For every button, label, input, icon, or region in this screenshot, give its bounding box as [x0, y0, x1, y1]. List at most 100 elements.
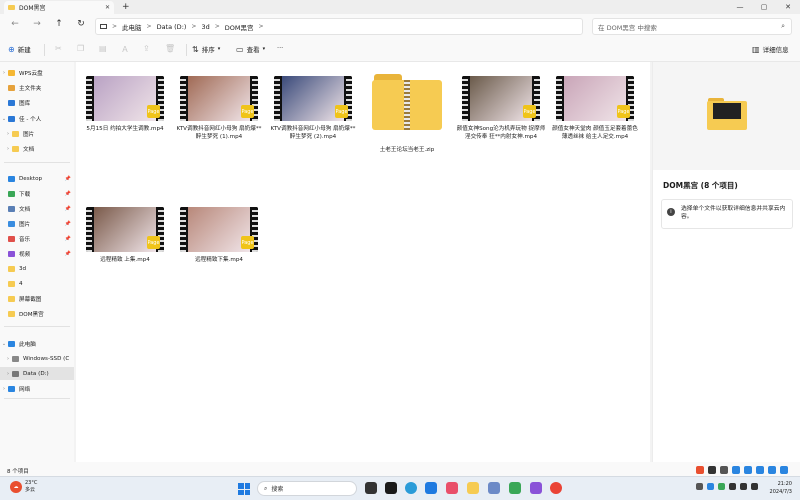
- chevron-icon[interactable]: ›: [4, 146, 12, 152]
- video-file-item[interactable]: Page 5月15日 约拍大学生调教.mp4: [80, 76, 170, 133]
- tab-close-icon[interactable]: ✕: [105, 4, 110, 11]
- video-file-item[interactable]: Page 远程精致 上集.mp4: [80, 207, 170, 264]
- chevron-icon[interactable]: ›: [4, 131, 12, 137]
- app-icon[interactable]: [530, 482, 542, 494]
- sidebar-item-label: 3d: [19, 265, 27, 272]
- forward-button[interactable]: →: [30, 19, 44, 29]
- video-file-item[interactable]: Page KTV调教抖音网红小母狗 扇奶爆** 醉生梦死 (2).mp4: [268, 76, 358, 141]
- new-label: 新建: [17, 46, 31, 54]
- video-file-item[interactable]: Page 远程精致下集.mp4: [174, 207, 264, 264]
- breadcrumb-data-drive[interactable]: Data (D:): [157, 23, 187, 31]
- sidebar-item[interactable]: 屏幕截图: [0, 292, 74, 305]
- video-file-item[interactable]: Page 颜值女神Song沦为机弄玩物 捉摩师淫交传奉 狂**内射女神.mp4: [456, 76, 546, 141]
- weather-widget[interactable]: ☁ 23°C 多云: [10, 480, 37, 494]
- new-tab-button[interactable]: +: [122, 1, 130, 13]
- breadcrumb-this-pc[interactable]: 此电脑: [122, 22, 142, 32]
- folder-icon: [8, 84, 15, 91]
- tray-app-icon[interactable]: [718, 483, 725, 490]
- grid-icon[interactable]: [780, 465, 788, 474]
- breadcrumb-dom[interactable]: DOM黑宫: [225, 22, 254, 32]
- up-button[interactable]: ↑: [52, 19, 66, 29]
- file-explorer-icon[interactable]: [467, 482, 479, 494]
- sidebar-item[interactable]: 图片 📌: [0, 217, 74, 230]
- toolbox-icon[interactable]: [768, 465, 776, 474]
- sidebar-item[interactable]: › 图片: [0, 127, 74, 140]
- file-name: 土老王论坛当老王.zip: [379, 147, 435, 153]
- app-icon[interactable]: [425, 482, 437, 494]
- sidebar-item[interactable]: 文档 📌: [0, 202, 74, 215]
- close-button[interactable]: ✕: [776, 0, 800, 14]
- ime-toolbar[interactable]: [694, 463, 796, 476]
- sidebar-item[interactable]: DOM黑宫: [0, 307, 74, 320]
- sidebar-item[interactable]: Desktop 📌: [0, 172, 74, 185]
- start-button[interactable]: [238, 483, 250, 495]
- details-pane-button[interactable]: ▥ 详细信息: [752, 44, 789, 55]
- sidebar-item[interactable]: ⌄ 此电脑: [0, 337, 74, 350]
- sidebar-item[interactable]: › Data (D:): [0, 367, 74, 380]
- microphone-icon[interactable]: [732, 465, 740, 474]
- sort-button[interactable]: ⇅ 排序 ▾: [192, 44, 220, 55]
- terminal-icon[interactable]: [365, 482, 377, 494]
- sidebar-item[interactable]: 主文件夹: [0, 81, 74, 94]
- sidebar-item[interactable]: 4: [0, 277, 74, 290]
- sogou-icon[interactable]: [696, 465, 704, 474]
- chevron-up-icon[interactable]: [696, 483, 703, 490]
- app-icon[interactable]: [446, 482, 458, 494]
- chevron-icon[interactable]: ›: [4, 356, 12, 362]
- sidebar-item[interactable]: › Windows-SSD (C: [0, 352, 74, 365]
- folder-icon: [8, 69, 15, 76]
- tray-app-icon[interactable]: [707, 483, 714, 490]
- tab-dom[interactable]: DOM黑宫 ✕: [4, 1, 114, 14]
- breadcrumb-3d[interactable]: 3d: [201, 23, 209, 31]
- speaker-icon[interactable]: [740, 483, 747, 490]
- sidebar-item[interactable]: ⌄ 佳 - 个人: [0, 112, 74, 125]
- copy-button[interactable]: ❐: [77, 44, 87, 53]
- breadcrumb-separator: >: [214, 23, 220, 30]
- pycharm-icon[interactable]: [385, 482, 397, 494]
- chevron-icon[interactable]: ›: [0, 70, 8, 76]
- new-button[interactable]: ⊕ 新建: [8, 44, 31, 55]
- sidebar-item[interactable]: 3d: [0, 262, 74, 275]
- address-bar[interactable]: > 此电脑 > Data (D:) > 3d > DOM黑宫 >: [95, 18, 583, 35]
- skin-icon[interactable]: [756, 465, 764, 474]
- cut-button[interactable]: ✂: [55, 44, 65, 53]
- more-button[interactable]: ···: [277, 44, 283, 52]
- video-file-item[interactable]: Page KTV调教抖音网红小母狗 扇奶爆** 醉生梦死 (1).mp4: [174, 76, 264, 141]
- chevron-icon[interactable]: ›: [0, 386, 8, 392]
- edge-icon[interactable]: [405, 482, 417, 494]
- keyboard-icon[interactable]: [744, 465, 752, 474]
- share-button[interactable]: ⇪: [143, 44, 153, 53]
- chrome-icon[interactable]: [550, 482, 562, 494]
- view-button[interactable]: ▭ 查看 ▾: [236, 44, 265, 55]
- clock-date: 2024/7/3: [769, 489, 792, 495]
- punctuation-icon[interactable]: [720, 465, 728, 474]
- folder-icon: [707, 98, 747, 130]
- sidebar-item[interactable]: 图库: [0, 96, 74, 109]
- chevron-icon[interactable]: ›: [4, 371, 12, 377]
- rename-button[interactable]: Ａ: [121, 44, 132, 55]
- minimize-button[interactable]: —: [728, 0, 752, 14]
- sidebar-item[interactable]: › 网络: [0, 382, 74, 395]
- sidebar-item[interactable]: 音乐 📌: [0, 232, 74, 245]
- delete-button[interactable]: 🗑: [165, 44, 178, 53]
- search-input[interactable]: 在 DOM黑宫 中搜索 ⌕: [592, 18, 792, 35]
- paste-button[interactable]: ▤: [99, 44, 110, 53]
- chevron-icon[interactable]: ⌄: [0, 116, 8, 122]
- zip-file-item[interactable]: 土老王论坛当老王.zip: [362, 74, 452, 154]
- video-file-item[interactable]: Page 颜值女神天堂肉 颜值玉足套着蕾色薄透丝袜 给主人足交.mp4: [550, 76, 640, 141]
- taskbar-search[interactable]: ⌕ 搜索: [257, 481, 357, 496]
- wifi-icon[interactable]: [729, 483, 736, 490]
- chevron-icon[interactable]: ⌄: [0, 341, 8, 347]
- sidebar-item[interactable]: › WPS云盘: [0, 66, 74, 79]
- sidebar-item[interactable]: 视频 📌: [0, 247, 74, 260]
- app-icon[interactable]: [509, 482, 521, 494]
- battery-icon[interactable]: [751, 483, 758, 490]
- back-button[interactable]: ←: [8, 19, 22, 29]
- app-icon[interactable]: [488, 482, 500, 494]
- clock[interactable]: 21:20 2024/7/3: [770, 480, 792, 496]
- sidebar-item[interactable]: › 文档: [0, 142, 74, 155]
- sidebar-item[interactable]: 下载 📌: [0, 187, 74, 200]
- refresh-button[interactable]: ↻: [74, 19, 88, 29]
- maximize-button[interactable]: ▢: [752, 0, 776, 14]
- chinese-mode-icon[interactable]: [708, 465, 716, 474]
